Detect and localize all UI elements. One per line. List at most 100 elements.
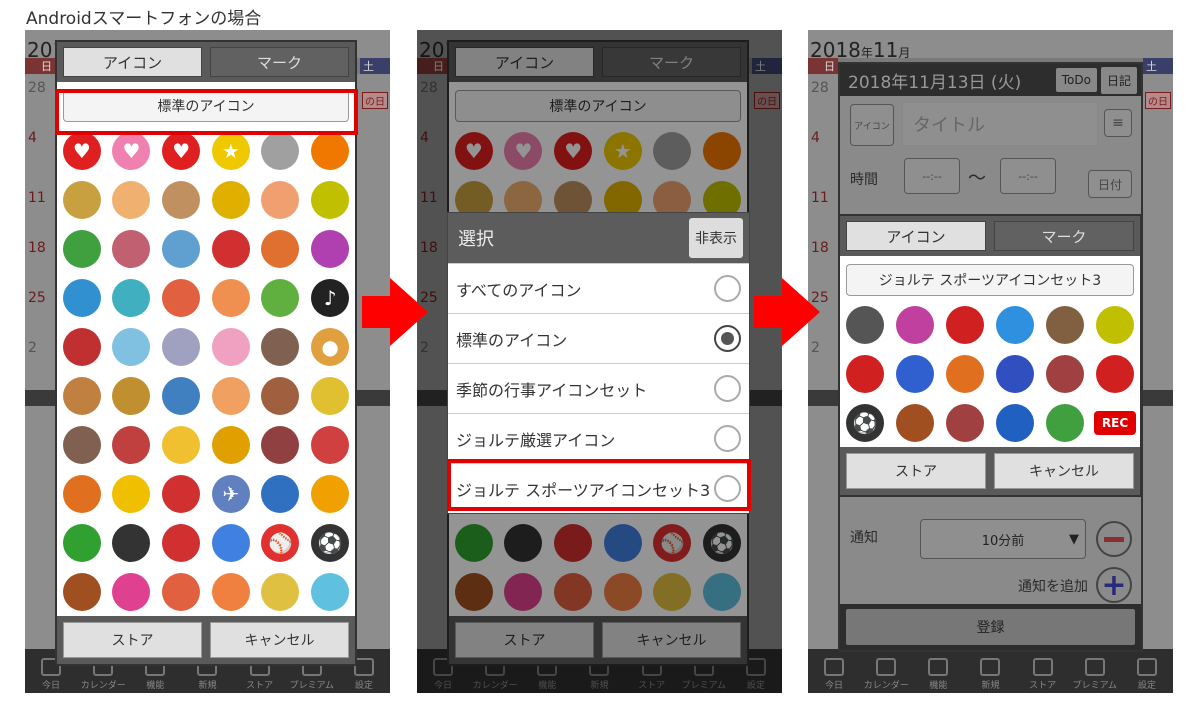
icon-cell[interactable]	[206, 420, 256, 469]
icon-cell[interactable]	[107, 322, 157, 371]
icon-cell[interactable]	[305, 371, 355, 420]
icon-cell[interactable]	[206, 371, 256, 420]
icon-cell[interactable]	[156, 420, 206, 469]
calendar-day[interactable]: 18	[28, 240, 46, 256]
icon-cell[interactable]	[256, 420, 306, 469]
tab-icon[interactable]: アイコン	[63, 47, 202, 77]
nav-item[interactable]: 機能	[913, 658, 963, 691]
icon-cell[interactable]	[990, 398, 1040, 447]
tab-icon[interactable]: アイコン	[846, 221, 986, 251]
diary-button[interactable]: 日記	[1100, 66, 1137, 94]
icon-cell[interactable]	[57, 420, 107, 469]
nav-item[interactable]: 新規	[965, 658, 1015, 691]
icon-cell[interactable]	[156, 567, 206, 616]
icon-cell[interactable]	[305, 420, 355, 469]
cancel-button[interactable]: キャンセル	[210, 622, 349, 658]
add-notify-button[interactable]: +	[1096, 567, 1132, 603]
icon-cell[interactable]	[940, 349, 990, 398]
icon-cell[interactable]	[840, 300, 890, 349]
icon-cell[interactable]	[57, 567, 107, 616]
icon-cell[interactable]	[156, 224, 206, 273]
nav-item[interactable]: カレンダー	[861, 658, 911, 691]
icon-cell[interactable]	[57, 224, 107, 273]
nav-item[interactable]: 今日	[809, 658, 859, 691]
icon-cell[interactable]	[890, 300, 940, 349]
selection-option[interactable]: 標準のアイコン	[448, 313, 749, 363]
icon-cell[interactable]	[890, 398, 940, 447]
nav-item[interactable]: ストア	[1018, 658, 1068, 691]
icon-cell[interactable]	[1040, 349, 1090, 398]
icon-cell[interactable]	[256, 273, 306, 322]
icon-cell[interactable]	[57, 322, 107, 371]
icon-cell[interactable]	[305, 469, 355, 518]
icon-cell[interactable]	[256, 322, 306, 371]
store-button[interactable]: ストア	[63, 622, 202, 658]
icon-cell[interactable]	[990, 349, 1040, 398]
radio-button[interactable]	[714, 275, 741, 302]
radio-button[interactable]	[714, 425, 741, 452]
icon-cell[interactable]: ♪	[305, 273, 355, 322]
icon-cell[interactable]	[206, 322, 256, 371]
icon-cell[interactable]	[156, 518, 206, 567]
icon-cell[interactable]	[107, 371, 157, 420]
nav-item[interactable]: 設定	[1122, 658, 1172, 691]
icon-cell[interactable]	[1090, 349, 1140, 398]
start-time-button[interactable]: --:--	[904, 158, 960, 194]
icon-cell[interactable]	[305, 567, 355, 616]
icon-cell[interactable]	[256, 175, 306, 224]
store-button[interactable]: ストア	[846, 453, 986, 489]
radio-button[interactable]	[714, 375, 741, 402]
icon-cell[interactable]: REC	[1090, 398, 1140, 447]
icon-cell[interactable]	[840, 349, 890, 398]
end-time-button[interactable]: --:--	[1000, 158, 1056, 194]
calendar-day[interactable]: 11	[28, 190, 46, 206]
calendar-day[interactable]: 4	[811, 130, 820, 146]
notify-select[interactable]: 10分前 ▼	[920, 519, 1086, 559]
icon-cell[interactable]	[107, 469, 157, 518]
icon-cell[interactable]	[57, 175, 107, 224]
title-input[interactable]: タイトル	[902, 102, 1098, 146]
icon-cell[interactable]	[1040, 300, 1090, 349]
icon-cell[interactable]	[256, 224, 306, 273]
calendar-day[interactable]: 28	[28, 80, 46, 96]
icon-cell[interactable]	[256, 469, 306, 518]
radio-button[interactable]	[714, 325, 741, 352]
icon-cell[interactable]	[305, 175, 355, 224]
calendar-day[interactable]: 4	[28, 130, 37, 146]
icon-cell[interactable]	[57, 469, 107, 518]
selection-option[interactable]: ジョルテ厳選アイコン	[448, 413, 749, 463]
date-button[interactable]: 日付	[1088, 170, 1132, 198]
icon-cell[interactable]	[256, 567, 306, 616]
icon-cell[interactable]: ⚽	[840, 398, 890, 447]
tab-mark[interactable]: マーク	[210, 47, 349, 77]
cancel-button[interactable]: キャンセル	[994, 453, 1134, 489]
icon-set-selector[interactable]: ジョルテ スポーツアイコンセット3	[846, 264, 1134, 296]
icon-cell[interactable]	[156, 371, 206, 420]
icon-cell[interactable]	[206, 224, 256, 273]
icon-cell[interactable]: ●	[305, 322, 355, 371]
icon-cell[interactable]	[156, 175, 206, 224]
calendar-day[interactable]: 18	[811, 240, 829, 256]
icon-cell[interactable]	[107, 224, 157, 273]
icon-cell[interactable]	[305, 224, 355, 273]
selection-option[interactable]: 季節の行事アイコンセット	[448, 363, 749, 413]
todo-button[interactable]: ToDo	[1055, 68, 1097, 92]
icon-cell[interactable]	[890, 349, 940, 398]
icon-cell[interactable]	[57, 371, 107, 420]
icon-cell[interactable]	[1040, 398, 1090, 447]
icon-cell[interactable]	[206, 175, 256, 224]
icon-cell[interactable]	[206, 273, 256, 322]
icon-button[interactable]: アイコン	[850, 104, 894, 146]
tab-mark[interactable]: マーク	[994, 221, 1134, 251]
icon-cell[interactable]	[107, 518, 157, 567]
icon-cell[interactable]	[57, 273, 107, 322]
calendar-day[interactable]: 28	[811, 80, 829, 96]
icon-cell[interactable]	[156, 469, 206, 518]
selection-option[interactable]: すべてのアイコン	[448, 263, 749, 313]
icon-cell[interactable]	[57, 518, 107, 567]
icon-cell[interactable]	[256, 371, 306, 420]
icon-cell[interactable]	[206, 518, 256, 567]
icon-cell[interactable]: ⚾	[256, 518, 306, 567]
hide-button[interactable]: 非表示	[689, 218, 743, 258]
icon-cell[interactable]	[1090, 300, 1140, 349]
